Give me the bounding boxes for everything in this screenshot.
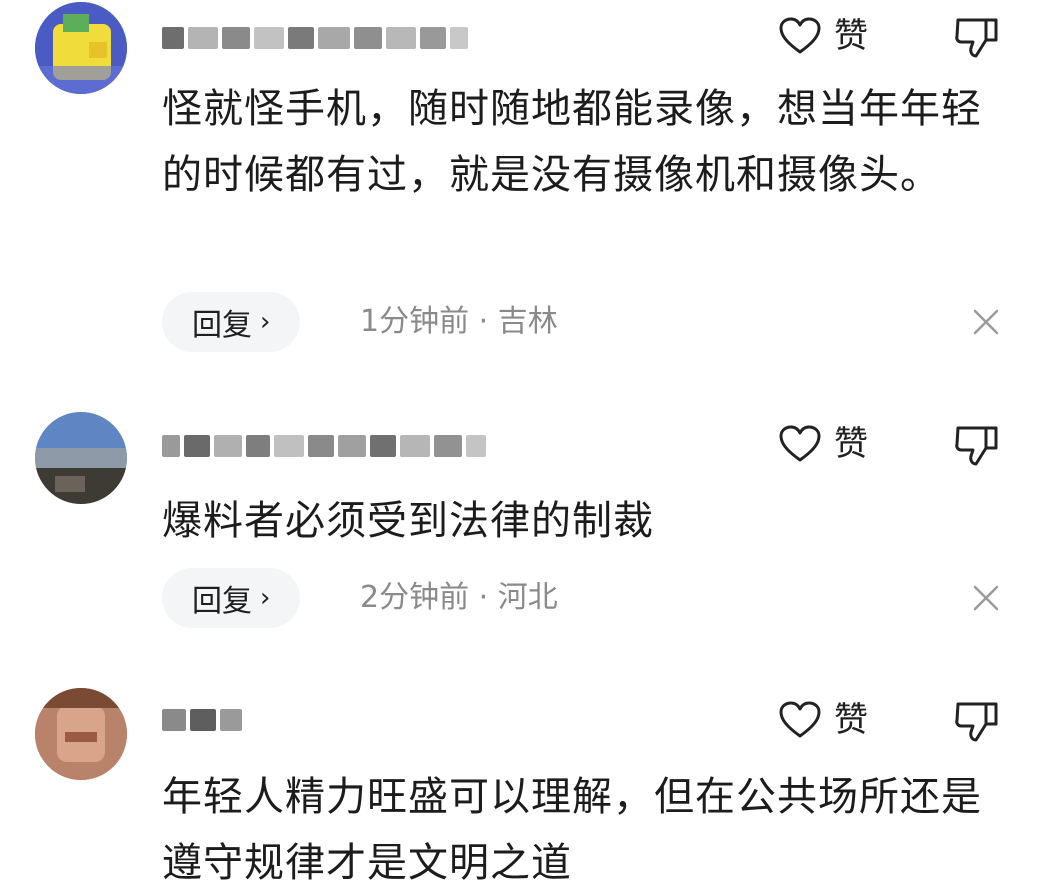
thumbs-down-icon (955, 18, 998, 58)
like-button[interactable]: 赞 (778, 700, 868, 740)
username-redacted[interactable] (162, 702, 242, 738)
dislike-button[interactable] (952, 14, 1002, 60)
like-button[interactable]: 赞 (778, 16, 868, 56)
comment-meta-row: 回复 › 1分钟前 · 吉林 (162, 292, 1012, 352)
reply-label: 回复 (192, 584, 252, 619)
dislike-button[interactable] (952, 422, 1002, 468)
avatar[interactable] (35, 412, 127, 504)
reply-button[interactable]: 回复 › (162, 568, 301, 628)
close-icon[interactable] (970, 306, 1002, 338)
comment-time-location: 1分钟前 · 吉林 (360, 304, 558, 339)
thumbs-down-icon (955, 426, 998, 466)
like-label: 赞 (834, 424, 868, 464)
close-icon[interactable] (970, 582, 1002, 614)
avatar[interactable] (35, 688, 127, 780)
comment-text: 爆料者必须受到法律的制裁 (162, 498, 654, 544)
dislike-button[interactable] (952, 698, 1002, 744)
like-button[interactable]: 赞 (778, 424, 868, 464)
comment-meta-row: 回复 › 2分钟前 · 河北 (162, 568, 1012, 628)
comment-text: 年轻人精力旺盛可以理解，但在公共场所还是遵守规律才是文明之道 (162, 774, 982, 886)
username-redacted[interactable] (162, 428, 486, 464)
heart-icon (779, 17, 821, 54)
thumbs-down-icon (955, 702, 998, 742)
comment-text: 怪就怪手机，随时随地都能录像，想当年年轻的时候都有过，就是没有摄像机和摄像头。 (162, 86, 982, 198)
reply-button[interactable]: 回复 › (162, 292, 301, 352)
chevron-right-icon: › (260, 307, 271, 337)
comment-time-location: 2分钟前 · 河北 (360, 580, 558, 615)
username-redacted[interactable] (162, 20, 468, 56)
heart-icon (779, 701, 821, 738)
heart-icon (779, 425, 821, 462)
like-label: 赞 (834, 700, 868, 740)
like-label: 赞 (834, 16, 868, 56)
reply-label: 回复 (192, 308, 252, 343)
avatar[interactable] (35, 2, 127, 94)
chevron-right-icon: › (260, 583, 271, 613)
